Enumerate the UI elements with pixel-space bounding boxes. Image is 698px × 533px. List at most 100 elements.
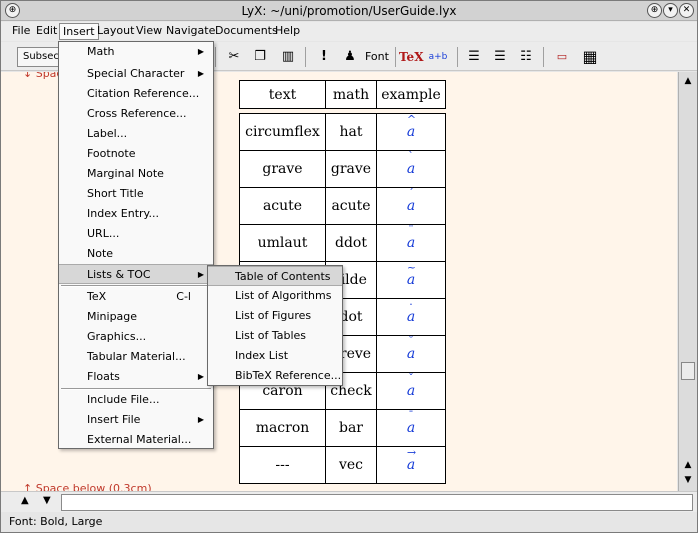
table-row-example[interactable]: · a [376,298,446,336]
table-row-text[interactable]: grave [239,150,326,188]
menu-item-list-of-algorithms[interactable]: List of Algorithms [208,286,342,306]
vertical-scrollbar[interactable]: ▲ ▲ ▼ [678,72,697,491]
menu-item-floats[interactable]: Floats ▶ [59,367,213,387]
history-down-icon[interactable]: ▼ [43,495,51,506]
menu-item-cross-reference[interactable]: Cross Reference... [59,104,213,124]
table-row-example[interactable]: ˘ a [376,335,446,373]
table-row-example[interactable]: ¯ a [376,409,446,447]
tex-mode-button[interactable]: TeX [399,46,424,68]
table-header-example[interactable]: example [376,80,446,109]
font-button[interactable]: Font [365,46,389,68]
menu-help[interactable]: Help [272,24,303,37]
table-row-text[interactable]: umlaut [239,224,326,262]
submenu-arrow-icon: ▶ [197,69,204,78]
example-letter: a [406,383,416,399]
table-row-example[interactable]: ´ a [376,187,446,225]
history-up-icon[interactable]: ▲ [21,495,29,506]
menu-documents[interactable]: Documents [212,24,281,37]
table-row-math[interactable]: acute [325,187,377,225]
table-row-text[interactable]: --- [239,446,326,484]
menu-file[interactable]: File [9,24,33,37]
scrollbar-thumb[interactable] [681,362,695,380]
scroll-down-icon[interactable]: ▼ [681,473,695,487]
table-header-text[interactable]: text [239,80,326,109]
close-icon[interactable]: ✕ [679,3,694,18]
menu-item-label: Floats [87,370,120,383]
menu-item-label-insert[interactable]: Label... [59,124,213,144]
table-row-example[interactable]: → a [376,446,446,484]
table-row-example[interactable]: ^ a [376,113,446,151]
accent-mark: ˘ [408,335,414,348]
table-header-math[interactable]: math [325,80,377,109]
float-icon[interactable]: ☷ [515,46,537,68]
math-example: ~ a [406,261,416,288]
example-letter: a [406,420,416,436]
depth-decrease-icon[interactable]: ☰ [463,46,485,68]
table-row-example[interactable]: ˇa [376,372,446,410]
menu-item-math[interactable]: Math ▶ [59,42,213,62]
math-mode-button[interactable]: a+b [427,46,449,68]
emphasis-icon[interactable]: ! [313,46,335,68]
table-row-example[interactable]: ` a [376,150,446,188]
table-row-text[interactable]: circumflex [239,113,326,151]
menu-item-minipage[interactable]: Minipage [59,307,213,327]
menu-item-list-of-figures[interactable]: List of Figures [208,306,342,326]
math-example: ¨ a [407,224,415,251]
title-bar[interactable]: ⊕ LyX: ~/uni/promotion/UserGuide.lyx ⊕ ▾… [1,1,697,21]
menu-item-index-entry[interactable]: Index Entry... [59,204,213,224]
math-example: · a [407,298,415,325]
menu-edit[interactable]: Edit [33,24,60,37]
menu-item-table-of-contents[interactable]: Table of Contents [208,266,342,286]
accent-mark: ~ [406,261,417,274]
example-letter: a [406,272,416,288]
menu-item-url[interactable]: URL... [59,224,213,244]
menu-item-external-material[interactable]: External Material... [59,430,213,450]
noun-icon[interactable]: ♟ [339,46,361,68]
menu-item-index-list[interactable]: Index List [208,346,342,366]
maximize-icon[interactable]: ▾ [663,3,678,18]
menu-item-note[interactable]: Note [59,244,213,264]
menu-item-bibtex-reference[interactable]: BibTeX Reference... [208,366,342,386]
menu-insert[interactable]: Insert [59,23,99,40]
menu-item-graphics[interactable]: Graphics... [59,327,213,347]
menu-item-footnote[interactable]: Footnote [59,144,213,164]
menu-item-tabular-material[interactable]: Tabular Material... [59,347,213,367]
shortcut-label: C-l [176,290,191,303]
table-icon[interactable]: ▦ [579,46,601,68]
scroll-up-icon[interactable]: ▲ [681,458,695,472]
figure-icon[interactable]: ▭ [551,46,573,68]
menu-item-insert-file[interactable]: Insert File ▶ [59,410,213,430]
toolbar-separator [305,47,306,67]
toolbar-separator [543,47,544,67]
menu-item-lists-toc[interactable]: Lists & TOC ▶ [59,264,213,284]
depth-increase-icon[interactable]: ☰ [489,46,511,68]
table-row-example[interactable]: ~ a [376,261,446,299]
table-row-example[interactable]: ¨ a [376,224,446,262]
table-row-text[interactable]: macron [239,409,326,447]
table-row-math[interactable]: hat [325,113,377,151]
menu-item-citation-reference[interactable]: Citation Reference... [59,84,213,104]
command-input[interactable] [61,494,693,511]
menu-item-include-file[interactable]: Include File... [59,390,213,410]
menu-item-list-of-tables[interactable]: List of Tables [208,326,342,346]
table-row-text[interactable]: acute [239,187,326,225]
menu-item-tex[interactable]: TeX C-l [59,287,213,307]
table-row-math[interactable]: grave [325,150,377,188]
minimize-icon[interactable]: ⊕ [647,3,662,18]
table-row-math[interactable]: vec [325,446,377,484]
menu-item-short-title[interactable]: Short Title [59,184,213,204]
menu-layout[interactable]: Layout [94,24,137,37]
menu-navigate[interactable]: Navigate [163,24,218,37]
cut-icon[interactable]: ✂ [223,46,245,68]
menu-item-marginal-note[interactable]: Marginal Note [59,164,213,184]
scroll-up-icon[interactable]: ▲ [681,74,695,88]
menu-item-label: Lists & TOC [87,268,151,281]
menu-item-special-character[interactable]: Special Character ▶ [59,64,213,84]
paste-icon[interactable]: ▥ [277,46,299,68]
copy-icon[interactable]: ❐ [249,46,271,68]
table-row-math[interactable]: ddot [325,224,377,262]
command-buffer: ▲ ▼ [1,491,697,512]
menu-view[interactable]: View [133,24,165,37]
math-example: ˘ a [407,335,415,362]
table-row-math[interactable]: bar [325,409,377,447]
